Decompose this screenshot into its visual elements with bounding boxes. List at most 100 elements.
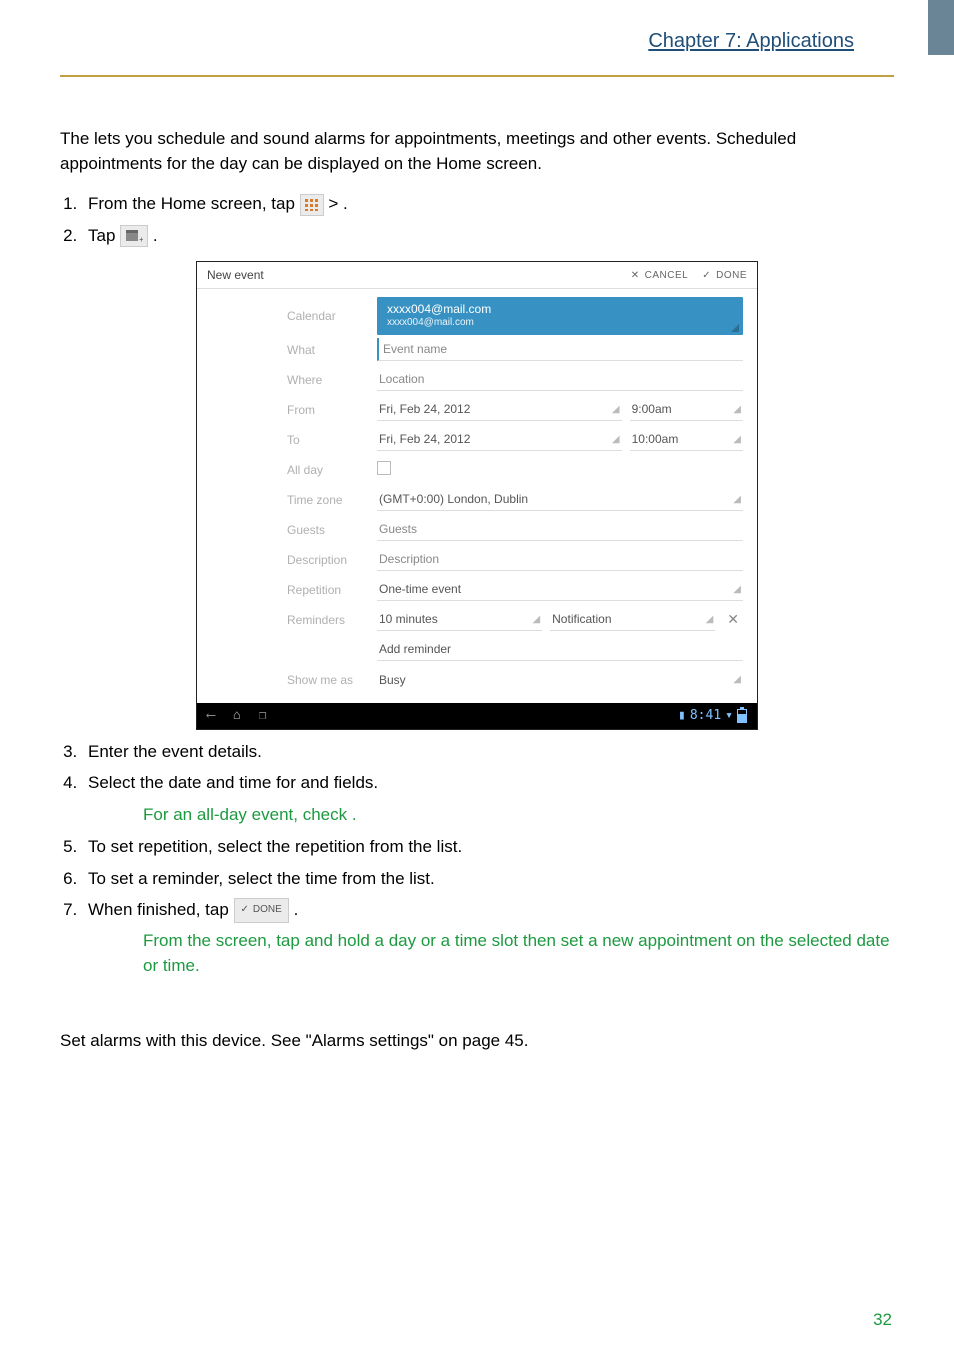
wifi-icon: ▾ [725, 708, 733, 723]
steps-list-1: From the Home screen, tap > . Tap [60, 188, 894, 251]
step-4-note: For an all-day event, check . [143, 803, 894, 828]
guests-input[interactable]: Guests [377, 518, 743, 541]
clock-value: 8:41 [690, 708, 721, 723]
location-placeholder: Location [379, 372, 424, 386]
timezone-selector[interactable]: (GMT+0:00) London, Dublin ◢ [377, 488, 743, 511]
calendar-selector[interactable]: xxxx004@mail.com xxxx004@mail.com [377, 297, 743, 335]
done-icon-chip: ✓ DONE [234, 898, 289, 923]
close-icon: ✕ [631, 270, 640, 281]
label-showmeas: Show me as [287, 673, 367, 687]
step-1-text-a: From the Home screen, tap [88, 194, 300, 213]
label-guests: Guests [287, 523, 367, 537]
dropdown-icon: ◢ [733, 494, 741, 505]
new-event-screenshot: New event ✕ CANCEL ✓ DONE Calendar xxxx0… [196, 261, 758, 730]
done-label: DONE [716, 270, 747, 281]
cancel-label: CANCEL [645, 270, 689, 281]
alarms-paragraph: Set alarms with this device. See "Alarms… [60, 1029, 894, 1054]
dropdown-icon: ◢ [733, 404, 741, 415]
to-date-value: Fri, Feb 24, 2012 [379, 432, 470, 446]
description-input[interactable]: Description [377, 548, 743, 571]
calendar-line1: xxxx004@mail.com [387, 302, 733, 317]
event-name-input[interactable]: Event name [377, 338, 743, 361]
dropdown-icon: ◢ [706, 614, 714, 625]
reminder-type-value: Notification [552, 612, 611, 626]
step-7: When finished, tap ✓ DONE . From the scr… [82, 894, 894, 979]
showmeas-selector[interactable]: Busy ◢ [377, 669, 743, 691]
location-input[interactable]: Location [377, 368, 743, 391]
remove-reminder-icon[interactable]: ✕ [723, 611, 743, 628]
repetition-selector[interactable]: One-time event ◢ [377, 578, 743, 601]
label-where: Where [287, 373, 367, 387]
guests-placeholder: Guests [379, 522, 417, 536]
from-time-value: 9:00am [632, 402, 672, 416]
new-event-icon: + [120, 225, 148, 247]
label-timezone: Time zone [287, 493, 367, 507]
to-time-picker[interactable]: 10:00am ◢ [630, 428, 743, 451]
chapter-header: Chapter 7: Applications [60, 30, 894, 53]
recents-icon[interactable]: ❐ [259, 708, 267, 723]
label-repetition: Repetition [287, 583, 367, 597]
label-calendar: Calendar [287, 309, 367, 323]
event-name-placeholder: Event name [383, 342, 447, 356]
label-allday: All day [287, 463, 367, 477]
dropdown-icon: ◢ [612, 404, 620, 415]
timezone-value: (GMT+0:00) London, Dublin [379, 492, 528, 506]
label-reminders: Reminders [287, 613, 367, 627]
label-description: Description [287, 553, 367, 567]
reminder-time-value: 10 minutes [379, 612, 438, 626]
step-7-text-a: When finished, tap [88, 900, 234, 919]
done-button[interactable]: ✓ DONE [702, 270, 747, 281]
showmeas-value: Busy [379, 673, 406, 687]
side-tab [928, 0, 954, 55]
step-7-note: From the screen, tap and hold a day or a… [143, 929, 894, 978]
step-2-text-a: Tap [88, 226, 120, 245]
dropdown-icon: ◢ [532, 614, 540, 625]
label-to: To [287, 433, 367, 447]
to-date-picker[interactable]: Fri, Feb 24, 2012 ◢ [377, 428, 622, 451]
dropdown-icon: ◢ [612, 434, 620, 445]
to-time-value: 10:00am [632, 432, 679, 446]
header-rule [60, 75, 894, 77]
apps-grid-icon [300, 194, 324, 216]
step-4: Select the date and time for and fields.… [82, 767, 894, 827]
step-1-text-c: . [343, 194, 348, 213]
ss-titlebar: New event ✕ CANCEL ✓ DONE [197, 262, 757, 289]
step-1-text-b: > [328, 194, 343, 213]
add-reminder-label: Add reminder [379, 642, 451, 656]
step-1: From the Home screen, tap > . [82, 188, 894, 219]
repetition-value: One-time event [379, 582, 461, 596]
dropdown-icon: ◢ [733, 584, 741, 595]
reminder-time-selector[interactable]: 10 minutes ◢ [377, 608, 542, 631]
step-3: Enter the event details. [82, 736, 894, 767]
step-2-text-b: . [153, 226, 158, 245]
battery-icon [737, 709, 747, 723]
label-what: What [287, 343, 367, 357]
step-4-text: Select the date and time for and fields. [88, 773, 378, 792]
label-from: From [287, 403, 367, 417]
back-icon[interactable]: ⟵ [207, 708, 215, 723]
ss-title: New event [207, 268, 264, 282]
intro-paragraph: The lets you schedule and sound alarms f… [60, 127, 894, 176]
steps-list-2: Enter the event details. Select the date… [60, 736, 894, 979]
from-date-value: Fri, Feb 24, 2012 [379, 402, 470, 416]
dropdown-icon: ◢ [733, 674, 741, 685]
from-time-picker[interactable]: 9:00am ◢ [630, 398, 743, 421]
check-icon: ✓ [702, 270, 711, 281]
check-icon: ✓ [241, 901, 249, 920]
calendar-line2: xxxx004@mail.com [387, 317, 733, 330]
allday-checkbox[interactable] [377, 461, 391, 478]
step-7-text-b: . [294, 900, 299, 919]
cancel-button[interactable]: ✕ CANCEL [631, 270, 688, 281]
add-reminder-button[interactable]: Add reminder [377, 638, 743, 661]
from-date-picker[interactable]: Fri, Feb 24, 2012 ◢ [377, 398, 622, 421]
reminder-type-selector[interactable]: Notification ◢ [550, 608, 715, 631]
signal-icon: ▮ [678, 708, 686, 723]
description-placeholder: Description [379, 552, 439, 566]
step-5: To set repetition, select the repetition… [82, 831, 894, 862]
step-6: To set a reminder, select the time from … [82, 863, 894, 894]
dropdown-icon: ◢ [733, 434, 741, 445]
step-2: Tap + . [82, 220, 894, 251]
page-number: 32 [873, 1310, 892, 1330]
svg-text:+: + [139, 235, 143, 243]
home-icon[interactable]: ⌂ [233, 708, 241, 723]
